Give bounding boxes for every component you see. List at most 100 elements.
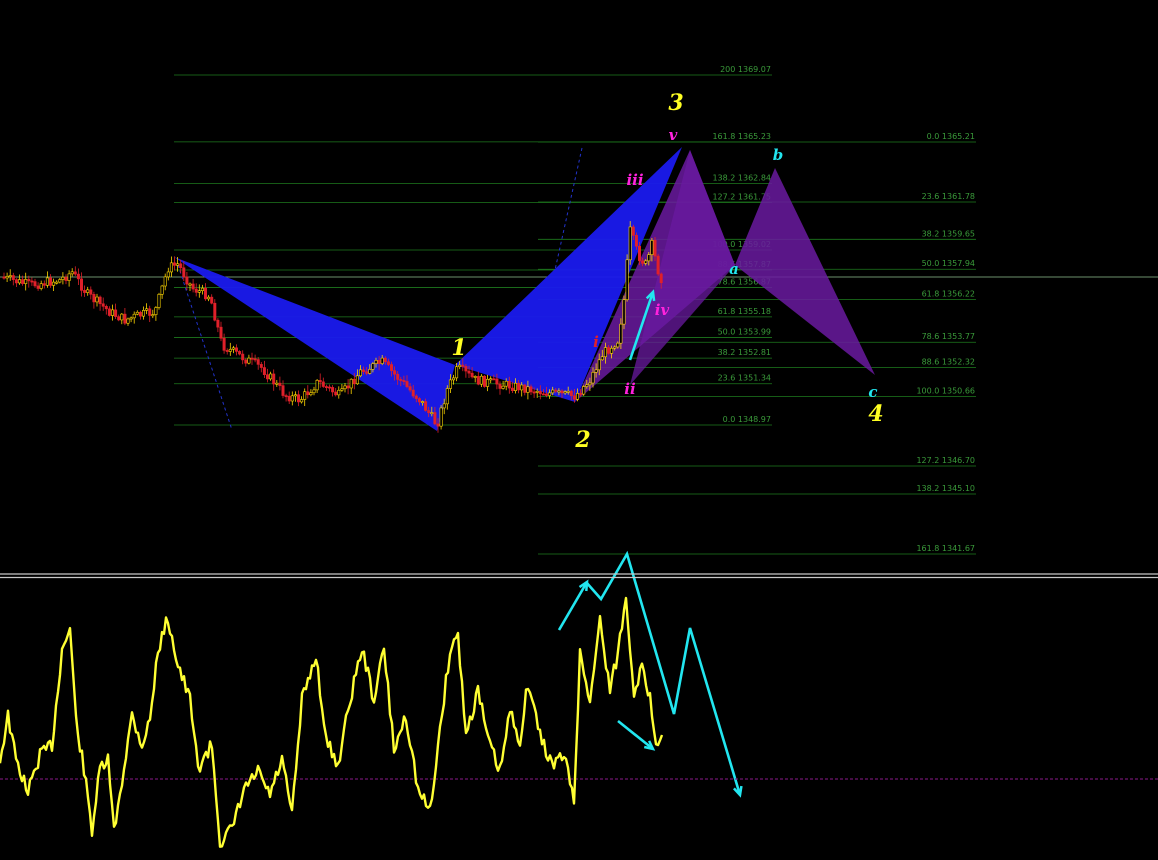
candle-body — [427, 410, 431, 414]
candle-body — [142, 310, 146, 317]
candle-body — [461, 364, 465, 367]
candle-body — [393, 370, 397, 375]
candle-body — [606, 347, 610, 354]
candle-body — [510, 387, 514, 391]
candle-body — [95, 296, 99, 303]
wave-label-4: 4 — [868, 401, 883, 427]
candle-body — [151, 314, 155, 317]
fib-label-right: 61.8 1356.22 — [922, 289, 975, 298]
candle-body — [253, 358, 257, 361]
candle-body — [526, 386, 530, 393]
candle-body — [399, 379, 403, 381]
candle-body — [256, 359, 260, 365]
candle-body — [637, 245, 641, 262]
candle-body — [135, 311, 139, 315]
candle-body — [76, 273, 80, 280]
candle-body — [374, 359, 378, 364]
candle-body — [107, 308, 111, 316]
candle-body — [83, 290, 87, 293]
candle-body — [132, 313, 136, 319]
candle-body — [138, 311, 142, 317]
candle-body — [176, 263, 180, 266]
candle-body — [424, 401, 428, 411]
candle-body — [148, 308, 152, 316]
candle-body — [439, 407, 443, 427]
candle-body — [24, 279, 28, 284]
candle-body — [296, 394, 300, 403]
candle-body — [433, 412, 437, 425]
candle-body — [67, 273, 71, 281]
candle-body — [355, 375, 359, 385]
candle-body — [228, 348, 232, 352]
candle-body — [207, 296, 211, 300]
candle-body — [610, 347, 614, 354]
candle-body — [33, 281, 37, 287]
fib-label-right: 161.8 1341.67 — [916, 544, 975, 553]
candle-body — [287, 395, 291, 402]
fib-label-left: 200 1369.07 — [720, 65, 771, 74]
candle-body — [538, 390, 542, 395]
candle-body — [386, 361, 390, 365]
candle-body — [86, 289, 90, 293]
candle-body — [349, 378, 353, 389]
wave-label-ii: ii — [624, 380, 636, 398]
candle-body — [501, 385, 505, 389]
wave-label-2: 2 — [574, 427, 590, 453]
candle-body — [560, 390, 564, 394]
candle-body — [21, 279, 25, 284]
candle-body — [235, 347, 239, 352]
candle-body — [389, 364, 393, 371]
candle-body — [52, 281, 56, 286]
candle-body — [58, 279, 62, 283]
candle-body — [464, 366, 468, 372]
candle-body — [551, 389, 555, 394]
fib-label-right: 100.0 1350.66 — [916, 387, 975, 396]
candle-body — [383, 357, 387, 363]
candle-body — [368, 369, 372, 374]
candle-body — [2, 276, 6, 279]
candle-body — [436, 423, 440, 427]
candle-body — [520, 384, 524, 391]
candle-body — [166, 271, 170, 278]
candle-body — [114, 309, 118, 317]
candle-body — [222, 337, 226, 351]
fib-label-left: 61.8 1355.18 — [718, 307, 771, 316]
wave-label-v: v — [669, 126, 678, 144]
fib-label-left: 0.0 1348.97 — [723, 415, 771, 424]
candle-body — [36, 285, 40, 289]
candle-body — [492, 378, 496, 381]
candle-body — [262, 367, 266, 375]
candle-body — [154, 307, 158, 315]
candle-body — [529, 386, 533, 393]
candle-body — [619, 323, 623, 344]
wave-label-1: 1 — [451, 335, 466, 361]
candle-body — [541, 393, 545, 396]
candle-body — [11, 275, 15, 280]
candle-body — [532, 391, 536, 394]
candle-body — [318, 380, 322, 383]
candle-body — [554, 389, 558, 392]
candle-body — [563, 391, 567, 394]
candle-body — [265, 374, 269, 380]
candle-body — [467, 370, 471, 374]
candle-body — [572, 395, 576, 400]
candle-body — [634, 235, 638, 247]
candle-body — [628, 226, 632, 261]
candle-body — [179, 263, 183, 269]
wave-label-iv: iv — [655, 301, 670, 319]
candle-body — [120, 313, 124, 321]
candle-body — [585, 384, 589, 387]
candle-body — [278, 382, 282, 386]
candle-body — [123, 313, 127, 324]
candle-body — [250, 357, 254, 360]
candle-body — [231, 347, 235, 350]
fib-label-right: 23.6 1361.78 — [922, 192, 975, 201]
candle-body — [377, 359, 381, 364]
candle-body — [582, 386, 586, 395]
candle-body — [169, 262, 173, 273]
candle-body — [544, 393, 548, 396]
candle-body — [55, 281, 59, 284]
candle-body — [600, 356, 604, 361]
candle-body — [653, 240, 657, 257]
candle-body — [517, 382, 521, 391]
